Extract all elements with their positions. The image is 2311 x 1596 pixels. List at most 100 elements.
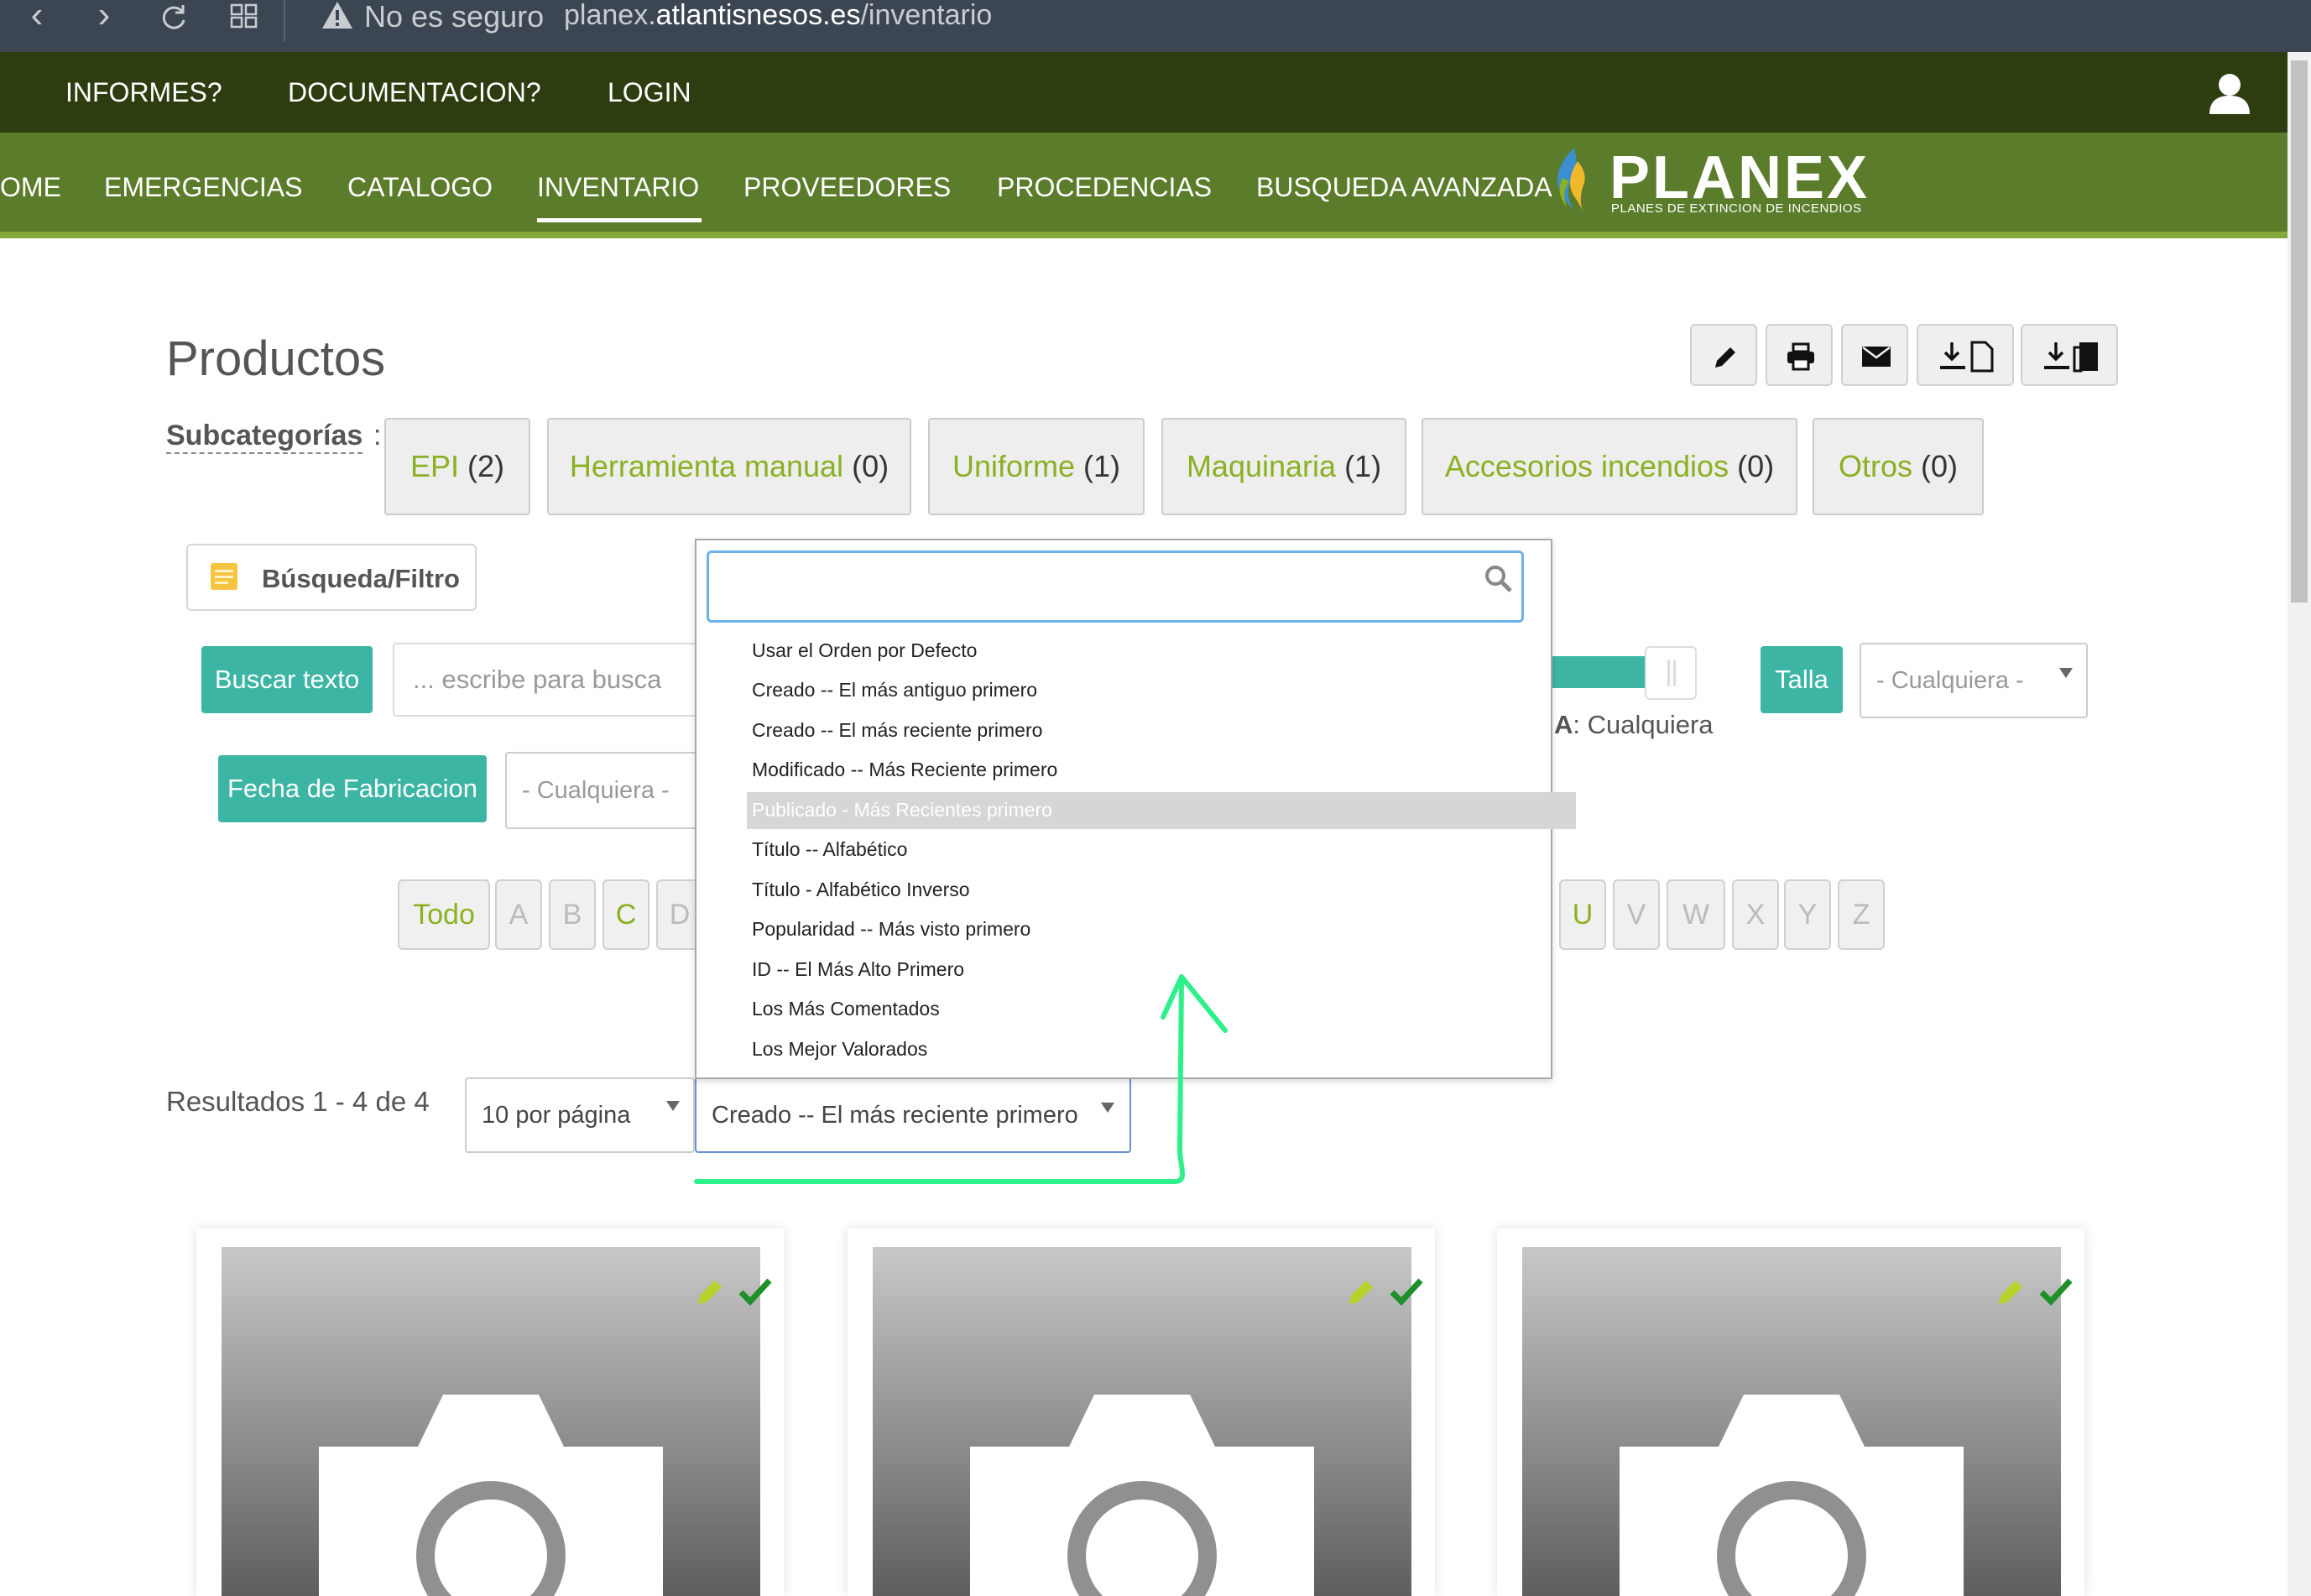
sort-option-popularity[interactable]: Popularidad -- Más visto primero bbox=[752, 910, 1030, 948]
planex-logo-subtitle: PLANES DE EXTINCION DE INCENDIOS bbox=[1611, 201, 1862, 216]
letter-z[interactable]: Z bbox=[1838, 879, 1885, 950]
product-image-placeholder[interactable] bbox=[1522, 1247, 2073, 1596]
url-separator bbox=[284, 0, 285, 42]
letter-w[interactable]: W bbox=[1667, 879, 1725, 950]
url-prefix: planex. bbox=[564, 0, 656, 31]
apps-grid-icon[interactable] bbox=[230, 3, 258, 29]
download-all-icon bbox=[2044, 342, 2098, 373]
pencil-icon[interactable] bbox=[695, 1277, 725, 1307]
download-document-button[interactable] bbox=[1917, 324, 2014, 386]
search-filter-label: Búsqueda/Filtro bbox=[262, 564, 460, 593]
planex-flame-logo-icon[interactable] bbox=[1549, 144, 1589, 216]
download-doc-icon bbox=[1940, 341, 1994, 373]
check-icon[interactable] bbox=[1390, 1277, 1423, 1306]
slider-value-label: A: Cualquiera bbox=[1554, 710, 1714, 739]
reload-icon[interactable] bbox=[159, 3, 188, 32]
mainnav-inventario[interactable]: INVENTARIO bbox=[537, 133, 699, 232]
print-icon bbox=[1787, 342, 1814, 371]
sort-option-title-az[interactable]: Título -- Alfabético bbox=[752, 830, 907, 868]
user-icon[interactable] bbox=[2207, 70, 2252, 116]
subcategory-count: (0) bbox=[1921, 449, 1959, 483]
letter-b[interactable]: B bbox=[549, 879, 596, 950]
sort-option-modified-newest[interactable]: Modificado -- Más Reciente primero bbox=[752, 750, 1057, 789]
security-warning[interactable]: No es seguro bbox=[364, 0, 544, 34]
download-all-button[interactable] bbox=[2021, 324, 2118, 386]
mainnav-busqueda-avanzada[interactable]: BUSQUEDA AVANZADA bbox=[1256, 133, 1552, 232]
mainnav-proveedores[interactable]: PROVEEDORES bbox=[743, 133, 951, 232]
grip-line-icon bbox=[1673, 660, 1676, 686]
subcategory-name: Accesorios incendios bbox=[1444, 449, 1729, 483]
subcategory-uniforme[interactable]: Uniforme (1) bbox=[928, 418, 1145, 515]
letter-c[interactable]: C bbox=[603, 879, 649, 950]
letter-x[interactable]: X bbox=[1732, 879, 1779, 950]
subcategory-name: EPI bbox=[410, 449, 459, 483]
product-image-placeholder[interactable] bbox=[873, 1247, 1423, 1596]
back-icon[interactable]: ‹ bbox=[12, 0, 62, 42]
letter-todo[interactable]: Todo bbox=[398, 879, 490, 950]
sort-dropdown-search-input[interactable] bbox=[707, 550, 1524, 623]
sort-option-title-za[interactable]: Título - Alfabético Inverso bbox=[752, 870, 970, 909]
topnav-informes[interactable]: INFORMES? bbox=[65, 52, 222, 133]
per-page-select[interactable]: 10 por página bbox=[465, 1077, 695, 1153]
fecha-fabricacion-select[interactable]: - Cualquiera - bbox=[505, 752, 712, 829]
range-slider-handle[interactable] bbox=[1645, 646, 1697, 700]
annotation-arrow bbox=[694, 974, 1228, 1184]
grip-line-icon bbox=[1667, 660, 1670, 686]
subcategories-colon: : bbox=[373, 420, 382, 451]
mainnav-procedencias[interactable]: PROCEDENCIAS bbox=[997, 133, 1212, 232]
topnav-documentacion[interactable]: DOCUMENTACION? bbox=[288, 52, 541, 133]
email-button[interactable] bbox=[1841, 324, 1908, 386]
sort-option-created-oldest[interactable]: Creado -- El más antiguo primero bbox=[752, 670, 1037, 709]
subcategory-name: Uniforme bbox=[952, 449, 1076, 483]
mainnav-active-indicator bbox=[537, 218, 702, 222]
edit-button[interactable] bbox=[1690, 324, 1757, 386]
search-input[interactable]: ... escribe para busca bbox=[393, 643, 712, 717]
mainnav-home[interactable]: OME bbox=[0, 133, 61, 232]
warning-icon[interactable] bbox=[321, 0, 354, 30]
topnav-login[interactable]: LOGIN bbox=[608, 52, 691, 133]
letter-v[interactable]: V bbox=[1613, 879, 1660, 950]
results-count: Resultados 1 - 4 de 4 bbox=[166, 1086, 430, 1117]
subcategories-label: Subcategorías bbox=[166, 420, 363, 454]
pencil-icon[interactable] bbox=[1346, 1277, 1376, 1307]
subcategory-maquinaria[interactable]: Maquinaria (1) bbox=[1161, 418, 1406, 515]
search-icon bbox=[1485, 566, 1512, 592]
subcategory-count: (0) bbox=[852, 449, 889, 483]
subcategory-count: (0) bbox=[1737, 449, 1775, 483]
range-slider-track[interactable] bbox=[1551, 656, 1648, 688]
url-domain: atlantisnesos.es bbox=[655, 0, 861, 31]
letter-a[interactable]: A bbox=[495, 879, 542, 950]
note-icon bbox=[211, 563, 237, 590]
subcategory-count: (2) bbox=[467, 449, 505, 483]
fecha-fabricacion-button[interactable]: Fecha de Fabricacion bbox=[218, 755, 487, 822]
letter-u[interactable]: U bbox=[1559, 879, 1606, 950]
subcategory-herramienta-manual[interactable]: Herramienta manual (0) bbox=[547, 418, 911, 515]
address-bar[interactable]: planex.atlantisnesos.es/inventario bbox=[564, 0, 992, 30]
sort-option-default[interactable]: Usar el Orden por Defecto bbox=[752, 631, 977, 670]
camera-icon bbox=[1620, 1395, 1964, 1596]
letter-y[interactable]: Y bbox=[1784, 879, 1831, 950]
sort-option-published-newest[interactable]: Publicado - Más Recientes primero bbox=[752, 790, 1052, 829]
subcategory-count: (1) bbox=[1344, 449, 1382, 483]
forward-icon[interactable]: › bbox=[79, 0, 129, 42]
talla-button[interactable]: Talla bbox=[1761, 646, 1843, 713]
page-title: Productos bbox=[166, 331, 386, 386]
search-text-button[interactable]: Buscar texto bbox=[201, 646, 373, 713]
chevron-down-icon bbox=[2059, 668, 2073, 678]
product-image-placeholder[interactable] bbox=[222, 1247, 772, 1596]
check-icon[interactable] bbox=[738, 1277, 772, 1306]
pencil-icon[interactable] bbox=[1995, 1277, 2026, 1307]
mainnav-catalogo[interactable]: CATALOGO bbox=[347, 133, 493, 232]
talla-select[interactable]: - Cualquiera - bbox=[1860, 643, 2088, 718]
check-icon[interactable] bbox=[2039, 1277, 2073, 1306]
subcategory-name: Otros bbox=[1838, 449, 1912, 483]
subcategory-otros[interactable]: Otros (0) bbox=[1813, 418, 1984, 515]
sort-option-created-newest[interactable]: Creado -- El más reciente primero bbox=[752, 711, 1042, 749]
subcategory-epi[interactable]: EPI (2) bbox=[384, 418, 530, 515]
scrollbar-thumb[interactable] bbox=[2291, 60, 2308, 602]
print-button[interactable] bbox=[1766, 324, 1833, 386]
subcategory-name: Maquinaria bbox=[1186, 449, 1337, 483]
subcategory-accesorios-incendios[interactable]: Accesorios incendios (0) bbox=[1422, 418, 1797, 515]
mainnav-emergencias[interactable]: EMERGENCIAS bbox=[104, 133, 302, 232]
mail-icon bbox=[1862, 347, 1891, 367]
